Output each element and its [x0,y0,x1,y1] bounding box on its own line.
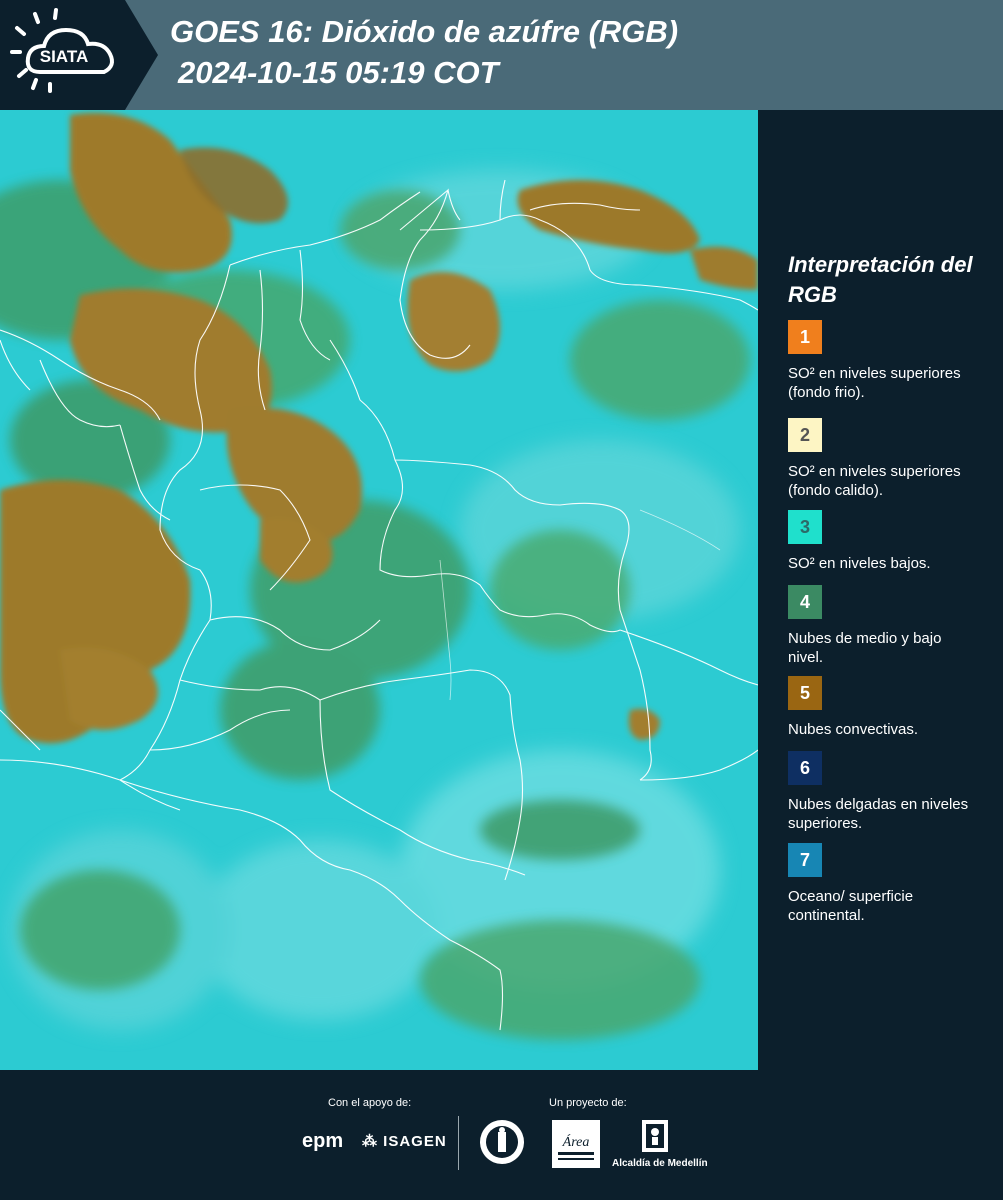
legend-label: SO² en niveles superiores (fondo frio). [788,365,961,401]
legend-item: 7 Oceano/ superficie continental. [788,843,988,925]
legend-panel: Interpretación del RGB 1 SO² en niveles … [758,110,1003,1070]
legend-item: 2 SO² en niveles superiores (fondo calid… [788,418,988,500]
legend-item: 6 Nubes delgadas en niveles superiores. [788,751,988,833]
legend-label: Nubes de medio y bajo nivel. [788,630,942,666]
area-metropolitana-logo: Área [552,1120,600,1168]
isagen-icon: ⁂ [362,1133,378,1150]
legend-item: 3 SO² en niveles bajos. [788,510,988,573]
legend-title: Interpretación del RGB [788,252,973,307]
legend-swatch: 5 [788,676,822,710]
area-logo-text: Área [562,1133,590,1150]
legend-item: 4 Nubes de medio y bajo nivel. [788,585,988,667]
alcaldia-label: Alcaldía de Medellín [612,1158,708,1169]
sun-cloud-icon: SIATA [0,0,158,110]
legend-label: SO² en niveles superiores (fondo calido)… [788,463,961,499]
legend-swatch: 2 [788,418,822,452]
page-title: GOES 16: Dióxido de azúfre (RGB) [170,14,679,49]
legend-swatch: 7 [788,843,822,877]
legend-swatch: 4 [788,585,822,619]
isagen-logo: ⁂ ISAGEN [362,1132,447,1150]
isagen-logo-text: ISAGEN [383,1133,447,1150]
timestamp: 2024-10-15 05:19 COT [178,55,499,90]
satellite-map [0,110,758,1070]
seal-icon [480,1120,524,1164]
legend-item: 5 Nubes convectivas. [788,676,988,739]
legend-swatch: 6 [788,751,822,785]
legend-label: Nubes delgadas en niveles superiores. [788,796,969,832]
footer: Con el apoyo de: Un proyecto de: epm ⁂ I… [0,1070,1003,1200]
logo-text: SIATA [40,47,88,66]
siata-logo: SIATA [0,0,158,110]
header-bar: SIATA GOES 16: Dióxido de azúfre (RGB) 2… [0,0,1003,110]
legend-item: 1 SO² en niveles superiores (fondo frio)… [788,320,988,402]
legend-label: Oceano/ superficie continental. [788,888,914,924]
epm-logo: epm [302,1130,344,1152]
legend-swatch: 1 [788,320,822,354]
project-label: Un proyecto de: [549,1097,627,1109]
legend-label: Nubes convectivas. [788,721,919,738]
coat-of-arms-icon [642,1120,668,1152]
legend-label: SO² en niveles bajos. [788,555,931,572]
support-label: Con el apoyo de: [328,1097,412,1109]
legend-swatch: 3 [788,510,822,544]
footer-divider [458,1116,459,1170]
